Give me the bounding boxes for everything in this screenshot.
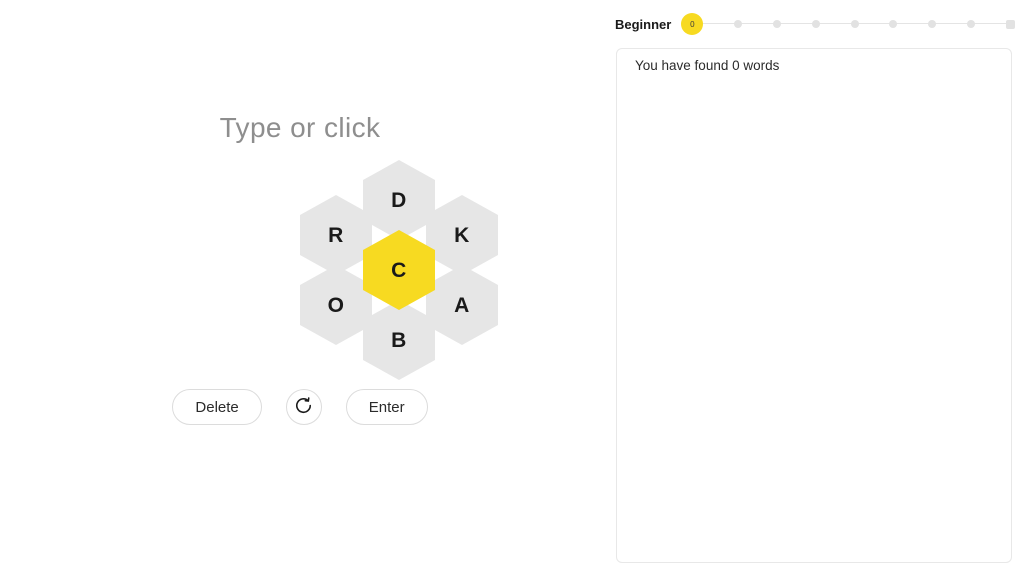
hive-letter: D xyxy=(391,188,407,212)
rank-milestone-dot[interactable] xyxy=(850,20,859,28)
hive-cell-bottom-left[interactable]: O xyxy=(300,265,372,345)
hive-letter: O xyxy=(327,293,345,317)
rank-progress-bar: Beginner 0 xyxy=(615,11,1015,37)
rank-milestone-dot[interactable] xyxy=(811,20,820,28)
hive-letter-center: C xyxy=(391,258,407,282)
hive-letter: A xyxy=(454,293,470,317)
shuffle-icon xyxy=(294,396,313,418)
hive-cell-top-left[interactable]: R xyxy=(300,195,372,275)
rank-marks: 0 xyxy=(681,11,1015,37)
side-column: Beginner 0 You have found 0 words xyxy=(600,0,1024,576)
spelling-bee-app: Type or click D K A B O R C Delete Enter… xyxy=(0,0,1024,576)
rank-label: Beginner xyxy=(615,16,672,32)
found-words-panel[interactable]: You have found 0 words xyxy=(616,48,1012,563)
puzzle-column: Type or click D K A B O R C Delete Enter xyxy=(0,0,600,576)
control-bar: Delete Enter xyxy=(0,389,600,425)
found-words-count: You have found 0 words xyxy=(635,58,780,73)
hive-letter: K xyxy=(454,223,470,247)
rank-milestone-dot[interactable] xyxy=(773,20,781,28)
rank-milestone-dot[interactable] xyxy=(889,20,898,28)
hive-letter: B xyxy=(391,328,407,352)
hive-cell-top-right[interactable]: K xyxy=(426,195,498,275)
rank-milestone-dot[interactable] xyxy=(928,20,937,28)
hive-cell-top[interactable]: D xyxy=(363,160,435,240)
rank-track: 0 xyxy=(681,11,1015,37)
rank-milestone-dot[interactable] xyxy=(967,20,976,28)
rank-milestone-dot[interactable] xyxy=(734,20,743,28)
found-words-list xyxy=(635,85,997,552)
hive-cell-bottom[interactable]: B xyxy=(363,300,435,380)
hive-cell-center[interactable]: C xyxy=(363,230,435,310)
delete-button[interactable]: Delete xyxy=(172,389,262,425)
hive-letter: R xyxy=(328,223,344,247)
word-entry-input[interactable]: Type or click xyxy=(0,108,600,148)
hive-cell-bottom-right[interactable]: A xyxy=(426,265,498,345)
shuffle-button[interactable] xyxy=(285,389,322,425)
rank-current-score[interactable]: 0 xyxy=(681,13,704,35)
letter-hive: D K A B O R C xyxy=(296,160,502,380)
enter-button[interactable]: Enter xyxy=(345,389,428,425)
rank-final-marker[interactable] xyxy=(1005,19,1015,29)
